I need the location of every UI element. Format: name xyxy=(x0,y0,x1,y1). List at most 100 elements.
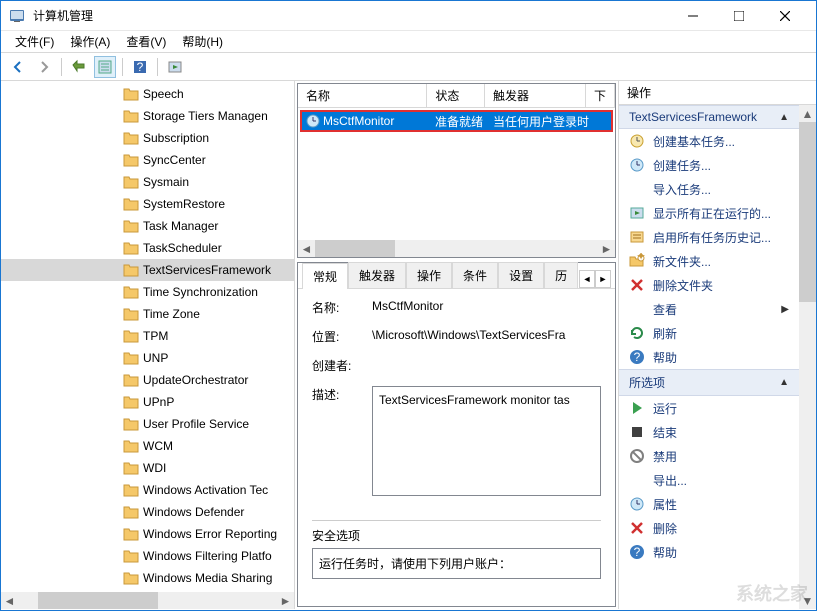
menu-help[interactable]: 帮助(H) xyxy=(174,31,231,52)
titlebar: 计算机管理 xyxy=(1,1,816,31)
collapse-icon: ▲ xyxy=(779,377,789,388)
tree-item[interactable]: Sysmain xyxy=(1,171,294,193)
tab[interactable]: 触发器 xyxy=(348,262,406,288)
action-item[interactable]: 启用所有任务历史记... xyxy=(619,225,799,249)
tree-item[interactable]: Windows Media Sharing xyxy=(1,567,294,589)
back-button[interactable] xyxy=(7,56,29,78)
tree-item[interactable]: Windows Defender xyxy=(1,501,294,523)
scroll-down-icon[interactable]: ▼ xyxy=(799,592,816,609)
action-label: 帮助 xyxy=(653,544,677,561)
up-button[interactable] xyxy=(68,56,90,78)
tree-item[interactable]: Windows Activation Tec xyxy=(1,479,294,501)
tree-item[interactable]: WDI xyxy=(1,457,294,479)
tree-item[interactable]: Time Synchronization xyxy=(1,281,294,303)
tree-item[interactable]: Time Zone xyxy=(1,303,294,325)
tree-item-label: Task Manager xyxy=(143,219,218,233)
actions-section-b[interactable]: 所选项 ▲ xyxy=(619,369,799,396)
action-item[interactable]: 属性 xyxy=(619,492,799,516)
tree-item[interactable]: Subscription xyxy=(1,127,294,149)
scroll-thumb[interactable] xyxy=(799,122,816,302)
properties-button[interactable] xyxy=(94,56,116,78)
action-item[interactable]: 导入任务... xyxy=(619,177,799,201)
tree-item[interactable]: UNP xyxy=(1,347,294,369)
tab-scroll-left[interactable]: ◄ xyxy=(579,270,595,288)
detail-loc-label: 位置: xyxy=(312,328,372,345)
action-item[interactable]: 显示所有正在运行的... xyxy=(619,201,799,225)
action-item[interactable]: 禁用 xyxy=(619,444,799,468)
tree-item[interactable]: Task Manager xyxy=(1,215,294,237)
action-item[interactable]: 查看▶ xyxy=(619,297,799,321)
tree-item[interactable]: UPnP xyxy=(1,391,294,413)
tree-item-label: TaskScheduler xyxy=(143,241,222,255)
tab[interactable]: 操作 xyxy=(406,262,452,288)
tree-item[interactable]: SyncCenter xyxy=(1,149,294,171)
scroll-left-icon[interactable]: ◄ xyxy=(1,592,18,609)
tree-item[interactable]: TaskScheduler xyxy=(1,237,294,259)
tree-item[interactable]: SystemRestore xyxy=(1,193,294,215)
action-item[interactable]: 创建任务... xyxy=(619,153,799,177)
run-button[interactable] xyxy=(164,56,186,78)
scroll-left-icon[interactable]: ◄ xyxy=(298,240,315,257)
detail-loc-value: \Microsoft\Windows\TextServicesFra xyxy=(372,328,601,345)
col-trigger[interactable]: 触发器 xyxy=(485,84,586,107)
tree-item[interactable]: Windows Error Reporting xyxy=(1,523,294,545)
help-button[interactable]: ? xyxy=(129,56,151,78)
action-item[interactable]: 删除文件夹 xyxy=(619,273,799,297)
close-button[interactable] xyxy=(762,1,808,31)
actions-section-a[interactable]: TextServicesFramework ▲ xyxy=(619,105,799,129)
tab-scroll-right[interactable]: ► xyxy=(595,270,611,288)
action-item[interactable]: 结束 xyxy=(619,420,799,444)
action-item[interactable]: 运行 xyxy=(619,396,799,420)
tab[interactable]: 条件 xyxy=(452,262,498,288)
none-icon xyxy=(629,181,645,197)
forward-button[interactable] xyxy=(33,56,55,78)
tree-item[interactable]: TextServicesFramework xyxy=(1,259,294,281)
action-item[interactable]: 刷新 xyxy=(619,321,799,345)
help-icon: ? xyxy=(629,544,645,560)
tree-item[interactable]: Windows Filtering Platfo xyxy=(1,545,294,567)
tree-item[interactable]: TPM xyxy=(1,325,294,347)
detail-sec-label: 安全选项 xyxy=(312,527,601,544)
scroll-up-icon[interactable]: ▲ xyxy=(799,105,816,122)
menu-file[interactable]: 文件(F) xyxy=(7,31,62,52)
none-icon xyxy=(629,301,645,317)
scroll-right-icon[interactable]: ► xyxy=(598,240,615,257)
task-row-selected[interactable]: MsCtfMonitor 准备就绪 当任何用户登录时 xyxy=(300,110,613,132)
stop-icon xyxy=(629,424,645,440)
scroll-thumb[interactable] xyxy=(315,240,395,257)
detail-desc-box[interactable]: TextServicesFramework monitor tas xyxy=(372,386,601,496)
menu-action[interactable]: 操作(A) xyxy=(62,31,118,52)
tree-item[interactable]: User Profile Service xyxy=(1,413,294,435)
tab[interactable]: 设置 xyxy=(498,262,544,288)
tree-item-label: Subscription xyxy=(143,131,209,145)
tree-item-label: Sysmain xyxy=(143,175,189,189)
action-item[interactable]: 创建基本任务... xyxy=(619,129,799,153)
action-label: 创建任务... xyxy=(653,157,711,174)
actions-vscroll[interactable]: ▲ ▼ xyxy=(799,105,816,609)
action-item[interactable]: ✦新文件夹... xyxy=(619,249,799,273)
tree-item[interactable]: Speech xyxy=(1,83,294,105)
action-item[interactable]: ?帮助 xyxy=(619,345,799,369)
tree-item[interactable]: UpdateOrchestrator xyxy=(1,369,294,391)
mid-pane: 名称 状态 触发器 下 MsCtfMonitor 准备就绪 当任何用户登录时 ◄… xyxy=(295,81,619,609)
scroll-thumb[interactable] xyxy=(38,592,158,609)
task-trigger: 当任何用户登录时 xyxy=(493,113,611,130)
action-item[interactable]: 导出... xyxy=(619,468,799,492)
col-name[interactable]: 名称 xyxy=(298,84,427,107)
action-item[interactable]: 删除 xyxy=(619,516,799,540)
none-icon xyxy=(629,472,645,488)
tree-item[interactable]: WCM xyxy=(1,435,294,457)
minimize-button[interactable] xyxy=(670,1,716,31)
menu-view[interactable]: 查看(V) xyxy=(118,31,174,52)
tab[interactable]: 历 xyxy=(544,262,578,288)
col-next[interactable]: 下 xyxy=(586,84,615,107)
tab-bar: 常规触发器操作条件设置历 ◄ ► xyxy=(298,263,615,289)
maximize-button[interactable] xyxy=(716,1,762,31)
scroll-right-icon[interactable]: ► xyxy=(277,592,294,609)
task-hscroll[interactable]: ◄ ► xyxy=(298,240,615,257)
tree-hscroll[interactable]: ◄ ► xyxy=(1,592,294,609)
action-item[interactable]: ? 帮助 xyxy=(619,540,799,564)
tree-item[interactable]: Storage Tiers Managen xyxy=(1,105,294,127)
col-status[interactable]: 状态 xyxy=(427,84,485,107)
tab[interactable]: 常规 xyxy=(302,263,348,289)
